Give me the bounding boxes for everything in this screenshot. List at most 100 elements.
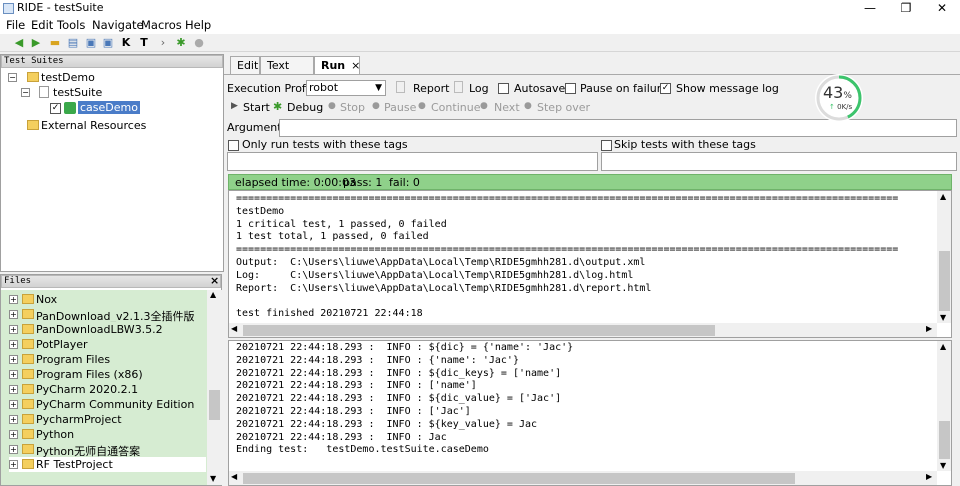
tab-run[interactable]: Run × [314, 56, 360, 75]
report-file-icon [396, 81, 405, 93]
new-file-icon[interactable]: ▤ [66, 36, 80, 50]
tree-node-testsuite[interactable]: testSuite [53, 86, 102, 99]
scroll-up-icon[interactable]: ▲ [940, 342, 946, 351]
scroll-down-icon[interactable]: ▼ [940, 461, 946, 470]
message-hscrollbar[interactable]: ◀ ▶ [229, 471, 937, 485]
expand-icon[interactable]: + [9, 340, 18, 349]
output-console[interactable]: ========================================… [228, 190, 952, 338]
log-button[interactable]: Log [469, 82, 489, 95]
scroll-up-icon[interactable]: ▲ [210, 290, 216, 299]
save-all-icon[interactable]: ▣ [101, 36, 115, 50]
console-line: Report: C:\Users\liuwe\AppData\Local\Tem… [236, 282, 652, 294]
menu-edit[interactable]: Edit [31, 18, 53, 32]
pause-on-failure-checkbox[interactable] [565, 83, 576, 94]
stop-button[interactable]: Stop [340, 101, 365, 114]
list-item[interactable]: + PanDownload_v2.1.3全插件版 [9, 307, 206, 323]
expand-icon[interactable]: + [9, 385, 18, 394]
menu-navigate[interactable]: Navigate [92, 18, 144, 32]
files-scrollbar[interactable]: ▲ ▼ [207, 290, 222, 485]
scroll-down-icon[interactable]: ▼ [210, 474, 216, 483]
save-icon[interactable]: ▣ [84, 36, 98, 50]
list-item[interactable]: +PyCharm Community Edition 2020.3.3 [9, 397, 206, 424]
message-vscrollbar[interactable]: ▲ ▼ [937, 341, 951, 471]
list-item[interactable]: + PotPlayer [9, 337, 206, 352]
expand-icon[interactable]: + [9, 370, 18, 379]
expand-icon[interactable]: + [9, 310, 18, 319]
autosave-checkbox[interactable] [498, 83, 509, 94]
menu-help[interactable]: Help [185, 18, 211, 32]
report-button[interactable]: Report [413, 82, 449, 95]
open-folder-icon[interactable]: ▬ [48, 36, 62, 50]
expand-icon[interactable]: + [9, 400, 18, 409]
skip-tags-checkbox[interactable] [601, 140, 612, 151]
continue-button[interactable]: Continue [431, 101, 480, 114]
include-tags-input[interactable] [227, 152, 598, 171]
list-item[interactable]: + PycharmProject [9, 412, 206, 427]
text-search-icon[interactable]: T [137, 36, 151, 50]
expand-icon[interactable]: + [9, 295, 18, 304]
minimize-button[interactable]: — [855, 0, 885, 17]
back-icon[interactable]: ◀ [12, 36, 26, 50]
list-item[interactable]: + Program Files [9, 352, 206, 367]
exclude-tags-input[interactable] [601, 152, 957, 171]
only-run-tags-checkbox[interactable] [228, 140, 239, 151]
menu-tools[interactable]: Tools [57, 18, 85, 32]
scroll-right-icon[interactable]: ▶ [926, 324, 932, 333]
menu-macros[interactable]: Macros [141, 18, 182, 32]
forward-icon[interactable]: ▶ [29, 36, 43, 50]
list-item[interactable]: + PanDownloadLBW3.5.2 [9, 322, 206, 337]
tree-node-casedemo[interactable]: caseDemo [78, 101, 140, 114]
output-vscrollbar[interactable]: ▲ ▼ [937, 191, 951, 323]
close-button[interactable]: ✕ [927, 0, 957, 17]
step-over-button[interactable]: Step over [537, 101, 590, 114]
scroll-right-icon[interactable]: ▶ [926, 472, 932, 481]
output-hscrollbar[interactable]: ◀ ▶ [229, 323, 937, 337]
menu-file[interactable]: File [6, 18, 25, 32]
scroll-left-icon[interactable]: ◀ [231, 324, 237, 333]
debug-button[interactable]: Debug [287, 101, 323, 114]
scroll-thumb[interactable] [209, 390, 220, 420]
collapse-testdemo-toggle[interactable]: − [8, 73, 17, 82]
gauge-percent-sign: % [843, 91, 852, 101]
list-item[interactable]: + Python无师自通答案 [9, 442, 206, 458]
maximize-button[interactable]: ❐ [891, 0, 921, 17]
scroll-thumb[interactable] [939, 421, 950, 459]
list-item[interactable]: + Python [9, 427, 206, 442]
console-line: 20210721 22:44:18.293 : INFO : ${dic} = … [236, 342, 574, 353]
list-item[interactable]: + RF TestProject [9, 457, 206, 472]
expand-icon[interactable]: + [9, 355, 18, 364]
expand-icon[interactable]: + [9, 460, 18, 469]
message-log[interactable]: 20210721 22:44:18.293 : INFO : ${dic} = … [228, 340, 952, 486]
debug-bug-icon[interactable]: ✱ [174, 36, 188, 50]
stop-icon[interactable]: ● [192, 36, 206, 50]
scroll-thumb[interactable] [243, 325, 715, 336]
tab-edit[interactable]: Edit [230, 56, 260, 74]
next-button[interactable]: Next [494, 101, 520, 114]
list-item[interactable]: + Program Files (x86) [9, 367, 206, 382]
pause-button[interactable]: Pause [384, 101, 416, 114]
tree-node-external-resources[interactable]: External Resources [41, 119, 146, 132]
list-item[interactable]: + PyCharm 2020.2.1 [9, 382, 206, 397]
tab-close-icon[interactable]: × [351, 59, 360, 72]
run-icon[interactable]: › [156, 36, 170, 50]
scroll-thumb[interactable] [243, 473, 795, 484]
casedemo-checkbox[interactable]: ✓ [50, 103, 61, 114]
tab-text-edit[interactable]: Text Edit [260, 56, 314, 85]
expand-icon[interactable]: + [9, 430, 18, 439]
keyword-search-icon[interactable]: K [119, 36, 133, 50]
files-header-label: Files [4, 276, 32, 286]
collapse-testsuite-toggle[interactable]: − [21, 88, 30, 97]
show-message-log-checkbox[interactable]: ✓ [660, 83, 671, 94]
expand-icon[interactable]: + [9, 325, 18, 334]
scroll-down-icon[interactable]: ▼ [940, 313, 946, 322]
scroll-up-icon[interactable]: ▲ [940, 192, 946, 201]
scroll-left-icon[interactable]: ◀ [231, 472, 237, 481]
expand-icon[interactable]: + [9, 415, 18, 424]
tree-node-testdemo[interactable]: testDemo [41, 71, 95, 84]
list-item[interactable]: + Nox [9, 292, 206, 307]
scroll-thumb[interactable] [939, 251, 950, 311]
start-button[interactable]: Start [243, 101, 270, 114]
expand-icon[interactable]: + [9, 445, 18, 454]
execution-profile-select[interactable]: robot ▼ [306, 80, 386, 96]
files-close-icon[interactable]: × [210, 274, 219, 287]
